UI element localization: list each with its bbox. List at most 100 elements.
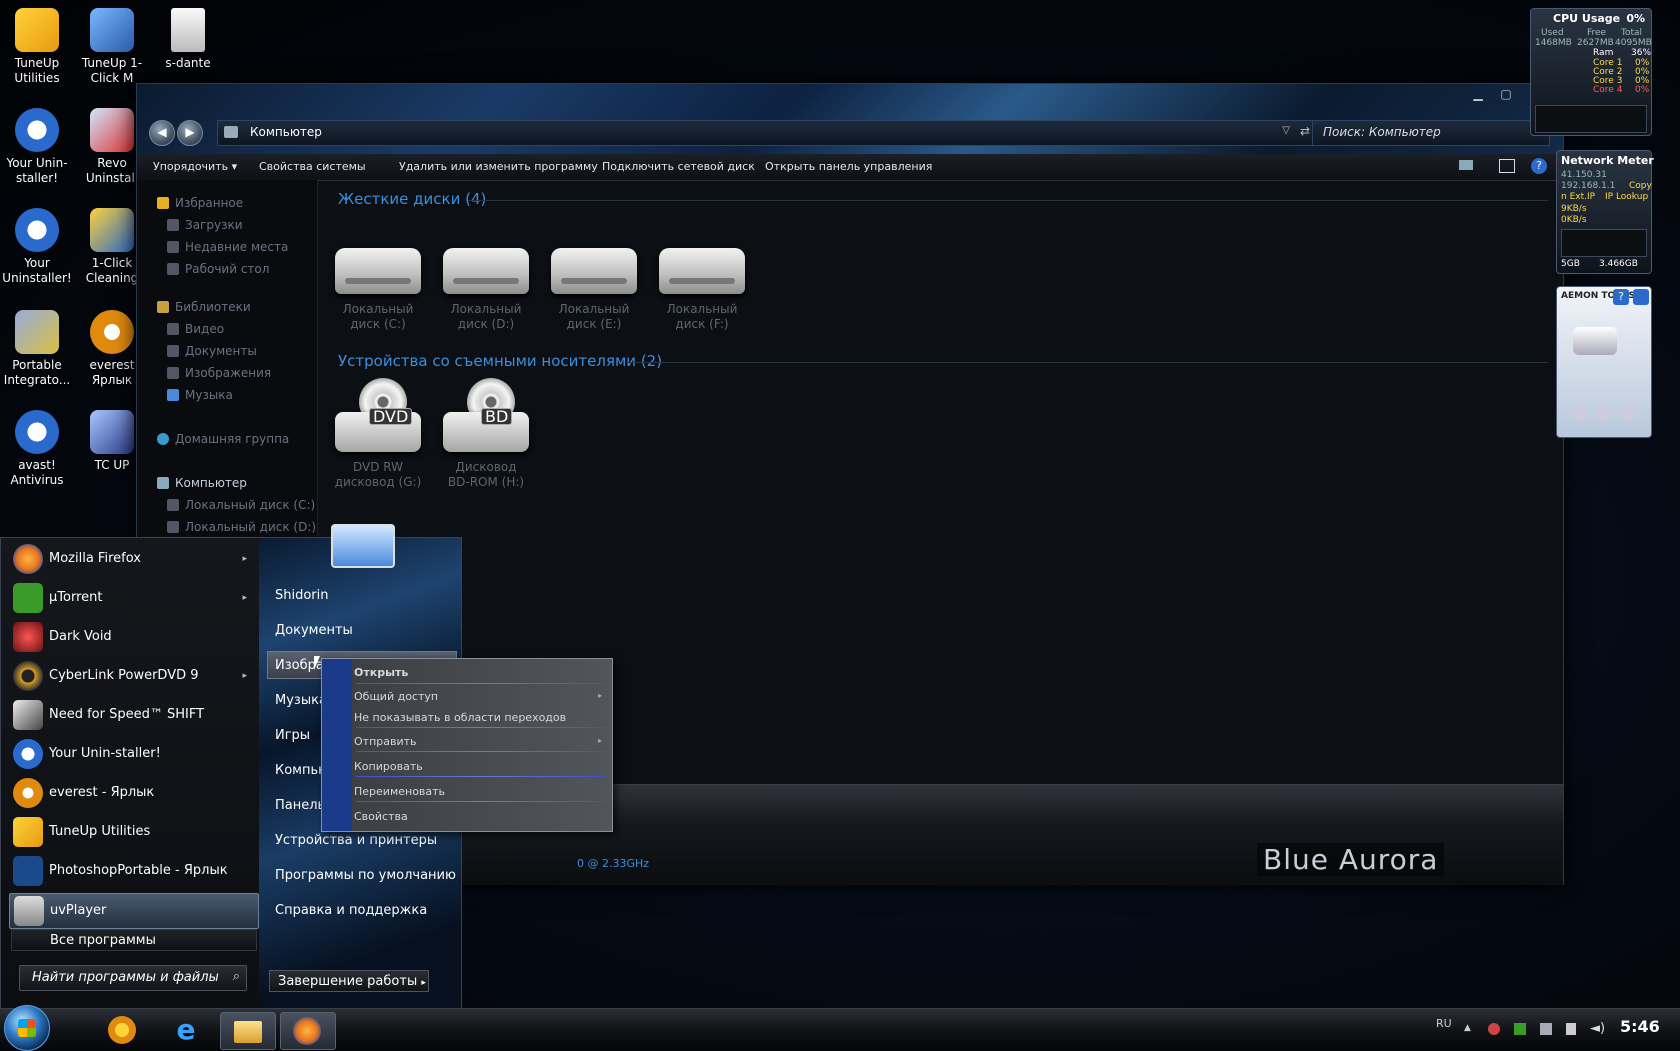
- program-uvplayer[interactable]: uvPlayer: [9, 893, 259, 929]
- documents-link[interactable]: Документы: [275, 623, 353, 638]
- copy-button[interactable]: Copy: [1629, 181, 1652, 191]
- organize-button[interactable]: Упорядочить ▾: [153, 160, 237, 173]
- clock[interactable]: 5:46: [1620, 1017, 1660, 1036]
- nav-desktop[interactable]: Рабочий стол: [167, 262, 269, 276]
- ip-lookup-button[interactable]: IP Lookup: [1605, 192, 1648, 202]
- language-indicator[interactable]: RU: [1436, 1017, 1452, 1030]
- lock-icon[interactable]: [1571, 405, 1587, 421]
- hdd-group-header[interactable]: Жесткие диски (4): [338, 190, 486, 208]
- program-powerdvd[interactable]: CyberLink PowerDVD 9 ▸: [9, 659, 257, 693]
- nav-favorites[interactable]: Избранное: [157, 196, 243, 210]
- add-drive-icon[interactable]: [1619, 405, 1635, 421]
- system-properties-button[interactable]: Свойства системы: [259, 160, 366, 173]
- program-tuneup[interactable]: TuneUp Utilities: [9, 815, 257, 849]
- view-options-icon[interactable]: [1459, 160, 1473, 170]
- map-network-drive-button[interactable]: Подключить сетевой диск: [602, 160, 755, 173]
- program-utorrent[interactable]: µTorrent ▸: [9, 581, 257, 615]
- desktop-icon-your-uninstaller-2[interactable]: Your Uninstaller!: [1, 208, 73, 286]
- menu-rename[interactable]: Переименовать: [354, 785, 445, 798]
- all-programs-button[interactable]: Все программы: [11, 929, 257, 951]
- menu-copy[interactable]: Копировать: [354, 760, 423, 773]
- address-bar[interactable]: Компьютер ▽ ⇄: [217, 120, 1319, 146]
- search-input[interactable]: Поиск: Компьютер ⌕: [1312, 120, 1550, 146]
- open-control-panel-button[interactable]: Открыть панель управления: [765, 160, 932, 173]
- nfs-shift-icon: [13, 700, 43, 730]
- start-button[interactable]: [4, 1005, 50, 1051]
- forward-button[interactable]: ▶: [177, 120, 203, 146]
- games-link[interactable]: Игры: [275, 728, 310, 743]
- program-firefox[interactable]: Mozilla Firefox ▸: [9, 542, 257, 576]
- desktop-icon-portable-integrator[interactable]: Portable Integrato...: [1, 310, 73, 388]
- nav-downloads[interactable]: Загрузки: [167, 218, 243, 232]
- program-your-uninstaller[interactable]: Your Unin-staller!: [9, 737, 257, 771]
- desktop-icon-s-dante[interactable]: s-dante: [152, 8, 224, 71]
- tray-app-icon[interactable]: [1488, 1023, 1500, 1035]
- desktop-icon-avast[interactable]: avast! Antivirus: [1, 410, 73, 488]
- rss-icon[interactable]: [1633, 289, 1649, 305]
- menu-hide-nav[interactable]: Не показывать в области переходов: [354, 711, 566, 724]
- program-everest[interactable]: everest - Ярлык: [9, 776, 257, 810]
- desktop-icon-tuneup-1click[interactable]: TuneUp 1-Click M: [76, 8, 148, 86]
- tray-flag-icon[interactable]: [1566, 1023, 1576, 1035]
- nav-music[interactable]: Музыка: [167, 388, 233, 402]
- taskbar-aimp[interactable]: [96, 1012, 150, 1048]
- nav-recent[interactable]: Недавние места: [167, 240, 288, 254]
- shutdown-button[interactable]: Завершение работы ▸: [269, 970, 429, 992]
- drive-f[interactable]: Локальный диск (F:): [654, 242, 750, 332]
- tray-network-icon[interactable]: [1540, 1023, 1552, 1035]
- desktop-icon-your-uninstaller[interactable]: Your Unin-staller!: [1, 108, 73, 186]
- help-icon[interactable]: ?: [1531, 158, 1547, 174]
- desktop-icon-tuneup[interactable]: TuneUp Utilities: [1, 8, 73, 86]
- nav-documents[interactable]: Документы: [167, 344, 257, 358]
- taskbar-explorer[interactable]: [220, 1012, 276, 1050]
- back-button[interactable]: ◀: [149, 120, 175, 146]
- devices-printers-link[interactable]: Устройства и принтеры: [275, 833, 437, 848]
- minimize-button[interactable]: ▁: [1465, 86, 1491, 104]
- desktop-icon-label: everest Ярлык: [89, 358, 135, 387]
- free-value: 2627MB: [1577, 38, 1614, 48]
- program-nfs-shift[interactable]: Need for Speed™ SHIFT: [9, 698, 257, 732]
- drive-dvd-g[interactable]: DVD DVD RW дисковод (G:): [330, 376, 426, 490]
- show-hidden-icons[interactable]: ▲: [1464, 1023, 1471, 1033]
- help-support-link[interactable]: Справка и поддержка: [275, 903, 427, 918]
- drive-bd-h[interactable]: BD Дисковод BD-ROM (H:): [438, 376, 534, 490]
- program-photoshop[interactable]: PhotoshopPortable - Ярлык: [9, 854, 257, 888]
- default-programs-link[interactable]: Программы по умолчанию: [275, 868, 456, 883]
- control-panel-link[interactable]: Панель: [275, 798, 325, 813]
- nav-homegroup[interactable]: Домашняя группа: [157, 432, 289, 446]
- nav-disk-d[interactable]: Локальный диск (D:): [167, 520, 316, 534]
- drive-d[interactable]: Локальный диск (D:): [438, 242, 534, 332]
- tray-utorrent-icon[interactable]: [1514, 1023, 1526, 1035]
- network-meter-gadget[interactable]: Network Meter 41.150.31 192.168.1.1 Copy…: [1556, 150, 1654, 274]
- program-dark-void[interactable]: Dark Void: [9, 620, 257, 654]
- nav-libraries[interactable]: Библиотеки: [157, 300, 251, 314]
- cpu-usage-gadget[interactable]: CPU Usage 0% Used Free Total 1468MB 2627…: [1530, 8, 1652, 136]
- music-link[interactable]: Музыка: [275, 693, 327, 708]
- menu-properties[interactable]: Свойства: [354, 810, 408, 823]
- drive-c[interactable]: Локальный диск (C:): [330, 242, 426, 332]
- user-folder[interactable]: Shidorin: [275, 588, 329, 603]
- menu-open[interactable]: Открыть: [354, 666, 408, 679]
- tray-volume-icon[interactable]: ◄): [1590, 1021, 1605, 1036]
- menu-share[interactable]: Общий доступ: [354, 690, 438, 703]
- taskbar-firefox[interactable]: [280, 1012, 336, 1050]
- maximize-button[interactable]: ▢: [1493, 86, 1519, 104]
- nav-images[interactable]: Изображения: [167, 366, 271, 380]
- refresh-icon[interactable]: ⇄: [1300, 124, 1310, 138]
- removable-group-header[interactable]: Устройства со съемными носителями (2): [338, 352, 662, 370]
- drive-icon[interactable]: [1595, 405, 1611, 421]
- help-icon[interactable]: ?: [1613, 289, 1629, 305]
- daemon-tools-gadget[interactable]: AEMON TOOLS ?: [1556, 286, 1652, 438]
- menu-send-to[interactable]: Отправить: [354, 735, 417, 748]
- nav-disk-c[interactable]: Локальный диск (C:): [167, 498, 315, 512]
- nav-computer[interactable]: Компьютер: [157, 476, 247, 490]
- nav-video[interactable]: Видео: [167, 322, 224, 336]
- taskbar-ie[interactable]: e: [160, 1012, 214, 1048]
- shutdown-arrow-icon[interactable]: ▸: [421, 978, 426, 988]
- virtual-drive-icon[interactable]: [1573, 327, 1617, 355]
- preview-pane-icon[interactable]: [1499, 159, 1515, 173]
- uninstall-program-button[interactable]: Удалить или изменить программу: [399, 160, 598, 173]
- dropdown-icon[interactable]: ▽: [1282, 125, 1290, 136]
- drive-e[interactable]: Локальный диск (E:): [546, 242, 642, 332]
- start-search-input[interactable]: Найти программы и файлы ⌕: [19, 965, 247, 991]
